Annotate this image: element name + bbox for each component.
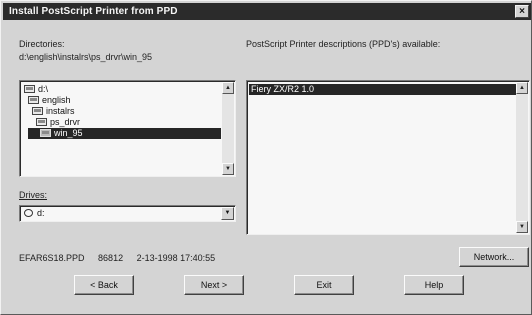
directory-tree[interactable]: d:\ english instalrs ps_drvr win_95 ▲ ▼ (19, 80, 236, 177)
tree-item-win-95[interactable]: win_95 (28, 128, 221, 139)
drives-label: Drives: (19, 190, 48, 200)
scroll-down-icon[interactable]: ▼ (516, 221, 528, 233)
window-title: Install PostScript Printer from PPD (9, 6, 178, 17)
file-info: EFAR6S18.PPD 86812 2-13-1998 17:40:55 (19, 253, 226, 263)
tree-item-ps-drvr[interactable]: ps_drvr (36, 117, 80, 128)
tree-item-instalrs[interactable]: instalrs (32, 106, 75, 117)
drives-value: d: (37, 208, 45, 218)
file-datetime: 2-13-1998 17:40:55 (136, 253, 216, 263)
list-item-ppd[interactable]: Fiery ZX/R2 1.0 (249, 84, 520, 95)
tree-item-english[interactable]: english (28, 95, 71, 106)
tree-item-d[interactable]: d:\ (24, 84, 48, 95)
open-folder-icon (40, 129, 51, 137)
open-folder-icon (28, 96, 39, 104)
close-icon[interactable]: × (515, 5, 529, 18)
open-folder-icon (24, 85, 35, 93)
ppd-list-label: PostScript Printer descriptions (PPD's) … (246, 39, 441, 49)
drives-select[interactable]: d: ▼ (19, 205, 236, 222)
ppd-scrollbar[interactable]: ▲ ▼ (516, 82, 528, 233)
help-button[interactable]: Help (404, 275, 464, 295)
directory-scrollbar[interactable]: ▲ ▼ (222, 82, 234, 175)
open-folder-icon (32, 107, 43, 115)
back-button[interactable]: < Back (74, 275, 134, 295)
chevron-down-icon[interactable]: ▼ (221, 207, 234, 220)
file-name: EFAR6S18.PPD (19, 253, 85, 263)
current-path: d:\english\instalrs\ps_drvr\win_95 (19, 52, 153, 62)
network-button[interactable]: Network... (459, 247, 529, 267)
exit-button[interactable]: Exit (294, 275, 354, 295)
next-button[interactable]: Next > (184, 275, 244, 295)
directories-label: Directories: (19, 39, 65, 49)
file-size: 86812 (98, 253, 124, 263)
drive-icon (24, 209, 33, 217)
scroll-down-icon[interactable]: ▼ (222, 163, 234, 175)
install-ppd-dialog: Install PostScript Printer from PPD × Di… (0, 0, 532, 315)
title-bar: Install PostScript Printer from PPD × (3, 3, 531, 20)
scroll-up-icon[interactable]: ▲ (516, 82, 528, 94)
open-folder-icon (36, 118, 47, 126)
scroll-up-icon[interactable]: ▲ (222, 82, 234, 94)
ppd-listbox[interactable]: Fiery ZX/R2 1.0 ▲ ▼ (246, 80, 530, 235)
